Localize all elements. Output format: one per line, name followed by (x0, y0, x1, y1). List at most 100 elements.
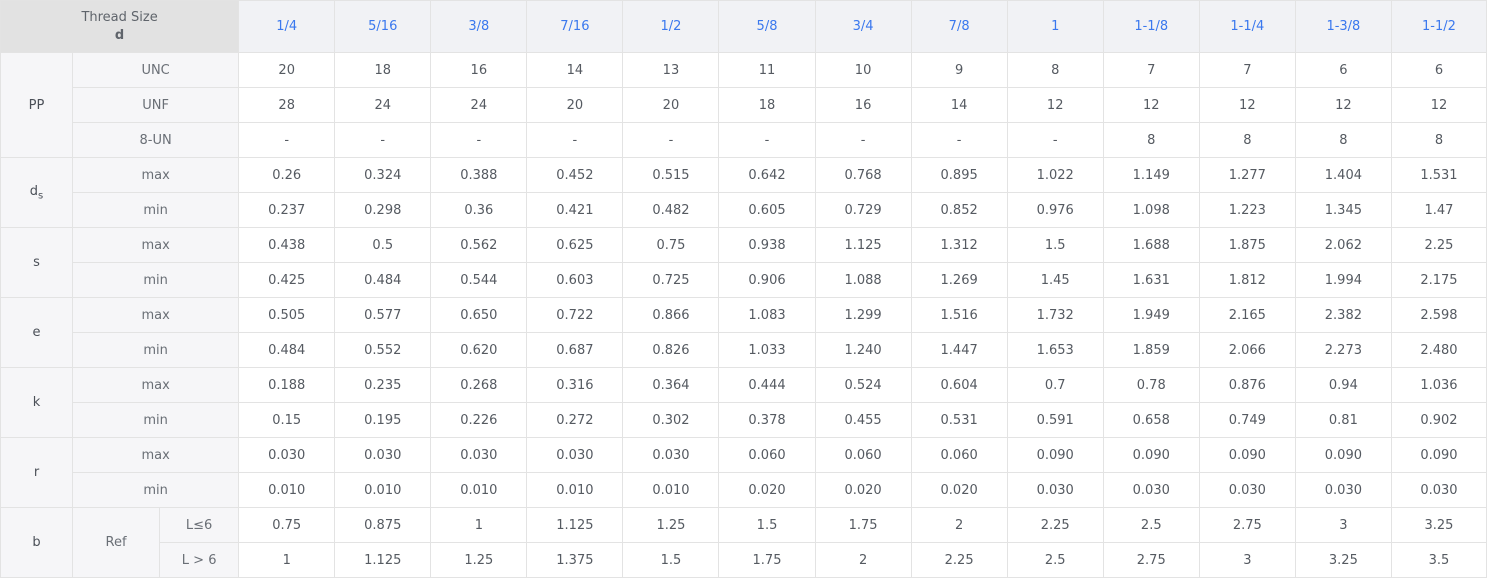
value-cell: 2.062 (1294, 227, 1392, 263)
value-cell: 0.75 (622, 227, 720, 263)
value-cell: 0.577 (334, 297, 432, 333)
value-cell: 12 (1294, 87, 1392, 123)
value-cell: 1.447 (910, 332, 1008, 368)
value-cell: 0.5 (334, 227, 432, 263)
table-row: PP UNC 20 18 16 14 13 11 10 9 8 7 7 6 6 (0, 52, 1487, 158)
value-cell: 0.090 (1102, 437, 1200, 473)
value-cell: 0.020 (910, 472, 1008, 508)
value-cell: 1.859 (1102, 332, 1200, 368)
value-cell: 20 (622, 87, 720, 123)
value-cell: 13 (622, 52, 720, 88)
value-cell: 0.030 (1006, 472, 1104, 508)
value-cell: 1.404 (1294, 157, 1392, 193)
value-cell: - (526, 122, 624, 158)
value-cell: 0.605 (718, 192, 816, 228)
row-label: min (72, 262, 240, 298)
value-cell: 2.165 (1198, 297, 1296, 333)
value-cell: 2.5 (1006, 542, 1104, 578)
value-cell: 0.226 (430, 402, 528, 438)
value-cell: 0.010 (526, 472, 624, 508)
size-header: 1-1/4 (1198, 0, 1296, 53)
value-cell: 1.25 (430, 542, 528, 578)
value-cell: 1.516 (910, 297, 1008, 333)
size-header: 1-1/8 (1102, 0, 1200, 53)
value-cell: 1.088 (814, 262, 912, 298)
value-cell: 0.749 (1198, 402, 1296, 438)
value-cell: 0.235 (334, 367, 432, 403)
value-cell: 10 (814, 52, 912, 88)
value-cell: 0.902 (1390, 402, 1487, 438)
row-label: min (72, 402, 240, 438)
value-cell: 0.010 (238, 472, 336, 508)
value-cell: 0.090 (1006, 437, 1104, 473)
value-cell: 2.75 (1198, 507, 1296, 543)
value-cell: 0.020 (718, 472, 816, 508)
value-cell: 2.25 (1390, 227, 1487, 263)
value-cell: 0.298 (334, 192, 432, 228)
value-cell: 18 (718, 87, 816, 123)
group-label-cell: s (0, 227, 74, 298)
value-cell: 20 (526, 87, 624, 123)
value-cell: 0.515 (622, 157, 720, 193)
value-cell: - (1006, 122, 1104, 158)
group-label: e (32, 325, 41, 340)
value-cell: 1.036 (1390, 367, 1487, 403)
row-label: 8-UN (72, 122, 240, 158)
value-cell: 0.438 (238, 227, 336, 263)
value-cell: - (430, 122, 528, 158)
value-cell: 0.030 (334, 437, 432, 473)
value-cell: 0.552 (334, 332, 432, 368)
value-cell: 0.505 (238, 297, 336, 333)
value-cell: 0.687 (526, 332, 624, 368)
value-cell: 12 (1102, 87, 1200, 123)
ref-label: Ref (72, 507, 161, 578)
value-cell: 0.030 (1198, 472, 1296, 508)
group-label: PP (28, 97, 45, 113)
table-row: ds max 0.26 0.324 0.388 0.452 0.515 0.642 0.768 0… (0, 157, 1487, 228)
value-cell: 1.345 (1294, 192, 1392, 228)
value-cell: 0.452 (526, 157, 624, 193)
value-cell: 0.852 (910, 192, 1008, 228)
group-label-subscript: s (38, 190, 44, 202)
value-cell: 0.030 (238, 437, 336, 473)
row-label: max (72, 157, 240, 193)
value-cell: 0.768 (814, 157, 912, 193)
value-cell: 0.444 (718, 367, 816, 403)
value-cell: 0.090 (1390, 437, 1487, 473)
value-cell: 3.5 (1390, 542, 1487, 578)
value-cell: 2 (910, 507, 1008, 543)
value-cell: 1.5 (1006, 227, 1104, 263)
value-cell: 0.895 (910, 157, 1008, 193)
value-cell: 0.060 (814, 437, 912, 473)
value-cell: 0.7 (1006, 367, 1104, 403)
value-cell: 0.604 (910, 367, 1008, 403)
size-header: 1/2 (622, 0, 720, 53)
value-cell: 2.5 (1102, 507, 1200, 543)
value-cell: 0.729 (814, 192, 912, 228)
row-label: min (72, 472, 240, 508)
table-body: PP UNC 20 18 16 14 13 11 10 9 8 7 7 6 6 UNF 28 24 24 20 20 18… (0, 52, 1487, 578)
group-label: r (33, 465, 40, 480)
value-cell: 1.531 (1390, 157, 1487, 193)
value-cell: 0.090 (1198, 437, 1296, 473)
value-cell: 12 (1198, 87, 1296, 123)
value-cell: 0.976 (1006, 192, 1104, 228)
value-cell: 1.312 (910, 227, 1008, 263)
length-condition-label: L≤6 (159, 507, 240, 543)
table-row: k max 0.188 0.235 0.268 0.316 0.364 0.444 0.524 0… (0, 367, 1487, 438)
value-cell: 0.030 (526, 437, 624, 473)
value-cell: 0.906 (718, 262, 816, 298)
size-header: 7/8 (910, 0, 1008, 53)
value-cell: 3.25 (1294, 542, 1392, 578)
value-cell: 14 (526, 52, 624, 88)
value-cell: 0.725 (622, 262, 720, 298)
value-cell: 18 (334, 52, 432, 88)
value-cell: 0.826 (622, 332, 720, 368)
value-cell: 0.364 (622, 367, 720, 403)
thread-size-header-cell: Thread Size d (0, 0, 240, 53)
group-label-cell: PP (0, 52, 74, 158)
group-label-cell: b (0, 507, 74, 578)
value-cell: 1.812 (1198, 262, 1296, 298)
table-row: e max 0.505 0.577 0.650 0.722 0.866 1.083 1.299 1… (0, 297, 1487, 368)
value-cell: 1.149 (1102, 157, 1200, 193)
